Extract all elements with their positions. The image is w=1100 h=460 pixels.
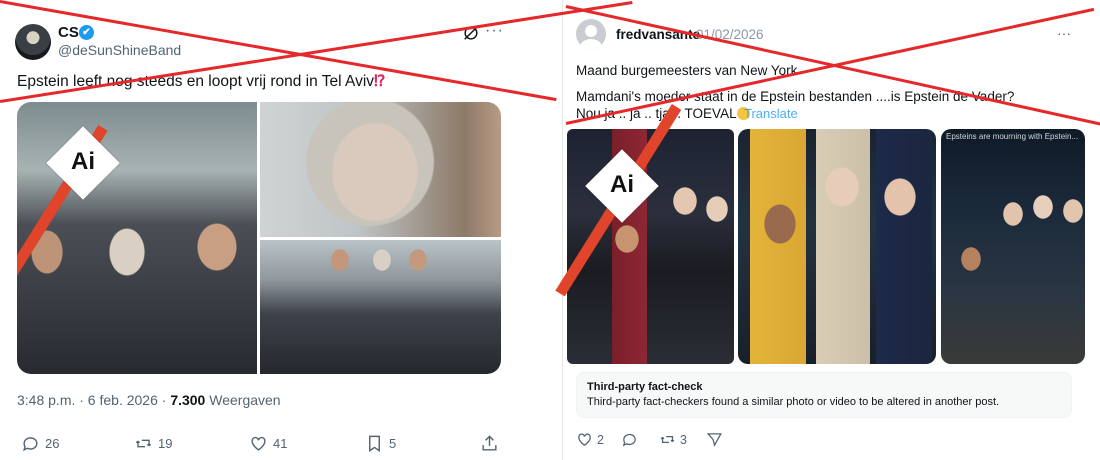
views-count: 7.300	[170, 392, 206, 408]
post-date: 01/02/2026	[696, 27, 764, 42]
share-button[interactable]	[480, 434, 499, 453]
bookmark-button[interactable]: 5	[365, 434, 396, 453]
send-button[interactable]	[706, 431, 723, 448]
repost-button[interactable]: 3	[659, 431, 687, 448]
avatar-placeholder-icon[interactable]	[576, 19, 606, 49]
post-meta: 3:48 p.m. · 6 feb. 2026 · 7.300 Weergave…	[17, 392, 281, 408]
like-icon	[251, 436, 266, 451]
post-text-content: Epstein leeft nog steeds en loopt vrij r…	[17, 73, 375, 90]
reply-count: 26	[45, 436, 60, 451]
photo-woman-with-baby[interactable]	[738, 129, 936, 364]
like-count: 41	[273, 436, 288, 451]
photo-caption: Epsteins are mourning with Epstein...	[946, 132, 1079, 141]
reply-button[interactable]: 26	[21, 434, 59, 453]
like-count: 2	[597, 432, 604, 447]
repost-icon	[135, 439, 152, 448]
avatar[interactable]	[15, 24, 51, 60]
more-icon[interactable]: ···	[1057, 25, 1071, 41]
display-name[interactable]: CS	[58, 24, 79, 41]
reply-icon	[23, 437, 38, 452]
verified-badge-icon: ✔	[79, 25, 94, 40]
post-timestamp[interactable]: 3:48 p.m. · 6 feb. 2026 ·	[17, 392, 170, 408]
like-button[interactable]: 2	[576, 431, 604, 448]
repost-icon	[660, 436, 675, 443]
share-count: 3	[680, 432, 687, 447]
views-label: Weergaven	[205, 392, 281, 408]
post-text-line1: Maand burgemeesters van New York	[576, 63, 798, 78]
ai-badge-label: Ai	[71, 148, 95, 175]
interrobang-emoji: ⁉	[374, 73, 386, 90]
photo-closeup-face[interactable]	[260, 102, 501, 237]
panel-divider	[562, 0, 563, 460]
comment-button[interactable]	[621, 431, 638, 448]
fact-check-body: Third-party fact-checkers found a simila…	[587, 396, 1000, 408]
repost-button[interactable]: 19	[134, 434, 172, 453]
like-button[interactable]: 41	[249, 434, 287, 453]
photo-poolside-group[interactable]	[941, 129, 1085, 364]
comment-icon	[622, 433, 636, 447]
ai-badge-label: Ai	[610, 171, 634, 198]
fact-check-banner[interactable]: Third-party fact-check Third-party fact-…	[576, 372, 1072, 418]
photo-street-group[interactable]	[260, 240, 501, 374]
repost-count: 19	[158, 436, 173, 451]
bookmark-count: 5	[389, 436, 397, 451]
username[interactable]: fredvansante	[616, 27, 700, 42]
translate-link[interactable]: Translate	[744, 106, 798, 121]
fact-check-title: Third-party fact-check	[587, 381, 703, 393]
media-grid: Ai	[17, 102, 501, 374]
send-icon	[706, 433, 722, 447]
like-icon	[578, 433, 591, 446]
user-handle[interactable]: @deSunShineBand	[58, 42, 181, 58]
bookmark-icon	[369, 435, 380, 452]
share-icon	[482, 435, 497, 451]
photo-men-walking[interactable]	[17, 102, 257, 374]
